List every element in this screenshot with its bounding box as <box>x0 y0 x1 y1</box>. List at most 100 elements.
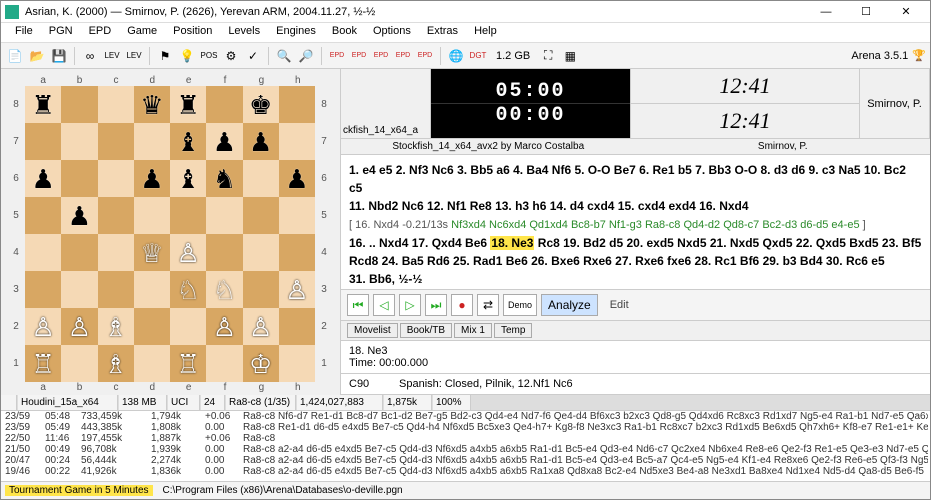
menu-levels[interactable]: Levels <box>220 23 268 42</box>
dgt-icon[interactable]: DGT <box>468 46 488 66</box>
analysis-row[interactable]: 22/5011:46197,455k1,887k+0.06Ra8-c8 <box>1 433 930 444</box>
analysis-row[interactable]: 20/4700:2456,444k2,274k0.00Ra8-c8 a2-a4 … <box>1 455 930 466</box>
menu-game[interactable]: Game <box>119 23 165 42</box>
epd4-icon[interactable]: EPD <box>393 46 413 66</box>
square-e3[interactable]: ♘ <box>170 271 206 308</box>
square-b3[interactable] <box>61 271 97 308</box>
nav-swap-icon[interactable]: ⇄ <box>477 294 499 316</box>
square-a6[interactable]: ♟ <box>25 160 61 197</box>
square-d3[interactable] <box>134 271 170 308</box>
square-f2[interactable]: ♙ <box>206 308 242 345</box>
square-c1[interactable]: ♗ <box>98 345 134 382</box>
square-g4[interactable] <box>243 234 279 271</box>
square-a1[interactable]: ♖ <box>25 345 61 382</box>
flag-icon[interactable]: ⚑ <box>155 46 175 66</box>
bulb-icon[interactable]: 💡 <box>177 46 197 66</box>
close-button[interactable]: ✕ <box>886 1 926 23</box>
infinity-icon[interactable]: ∞ <box>80 46 100 66</box>
square-f8[interactable] <box>206 86 242 123</box>
new-icon[interactable]: 📄 <box>5 46 25 66</box>
square-g3[interactable] <box>243 271 279 308</box>
nav-demo-button[interactable]: Demo <box>503 294 537 316</box>
square-e5[interactable] <box>170 197 206 234</box>
square-a2[interactable]: ♙ <box>25 308 61 345</box>
lev2-icon[interactable]: LEV <box>124 46 144 66</box>
square-g2[interactable]: ♙ <box>243 308 279 345</box>
analysis-table[interactable]: 23/5905:48733,459k1,794k+0.06Ra8-c8 Nf6-… <box>1 411 930 481</box>
square-c7[interactable] <box>98 123 134 160</box>
square-e4[interactable]: ♙ <box>170 234 206 271</box>
save-icon[interactable]: 💾 <box>49 46 69 66</box>
expand-icon[interactable]: ⛶ <box>538 46 558 66</box>
epd2-icon[interactable]: EPD <box>349 46 369 66</box>
square-g6[interactable] <box>243 160 279 197</box>
edit-link[interactable]: Edit <box>610 299 629 311</box>
menu-book[interactable]: Book <box>324 23 365 42</box>
square-f6[interactable]: ♞ <box>206 160 242 197</box>
nav-last-icon[interactable]: ⏭ <box>425 294 447 316</box>
square-a5[interactable] <box>25 197 61 234</box>
square-a4[interactable] <box>25 234 61 271</box>
move-list[interactable]: 1. e4 e5 2. Nf3 Nc6 3. Bb5 a6 4. Ba4 Nf6… <box>341 155 930 290</box>
square-h4[interactable] <box>279 234 315 271</box>
lev-icon[interactable]: LEV <box>102 46 122 66</box>
square-h2[interactable] <box>279 308 315 345</box>
square-a7[interactable] <box>25 123 61 160</box>
world-icon[interactable]: 🌐 <box>446 46 466 66</box>
square-h3[interactable]: ♙ <box>279 271 315 308</box>
tab-temp[interactable]: Temp <box>494 323 532 338</box>
square-a8[interactable]: ♜ <box>25 86 61 123</box>
square-f5[interactable] <box>206 197 242 234</box>
square-h8[interactable] <box>279 86 315 123</box>
square-b1[interactable] <box>61 345 97 382</box>
gear-icon[interactable]: ⚙ <box>221 46 241 66</box>
square-d4[interactable]: ♕ <box>134 234 170 271</box>
square-h7[interactable] <box>279 123 315 160</box>
square-g1[interactable]: ♔ <box>243 345 279 382</box>
open-icon[interactable]: 📂 <box>27 46 47 66</box>
square-f4[interactable] <box>206 234 242 271</box>
square-c2[interactable]: ♗ <box>98 308 134 345</box>
analyze-button[interactable]: Analyze <box>541 294 598 316</box>
square-f7[interactable]: ♟ <box>206 123 242 160</box>
square-h1[interactable] <box>279 345 315 382</box>
square-f3[interactable]: ♘ <box>206 271 242 308</box>
tab-movelist[interactable]: Movelist <box>347 323 398 338</box>
tab-book[interactable]: Book/TB <box>400 323 452 338</box>
nav-first-icon[interactable]: ⏮ <box>347 294 369 316</box>
square-c6[interactable] <box>98 160 134 197</box>
square-e6[interactable]: ♝ <box>170 160 206 197</box>
analysis-row[interactable]: 23/5905:49443,385k1,808k0.00Ra8-c8 Re1-d… <box>1 422 930 433</box>
square-d1[interactable] <box>134 345 170 382</box>
square-g7[interactable]: ♟ <box>243 123 279 160</box>
square-h5[interactable] <box>279 197 315 234</box>
square-c4[interactable] <box>98 234 134 271</box>
chess-board[interactable]: 8♜♛♜♚87♝♟♟76♟♟♝♞♟65♟54♕♙43♘♘♙32♙♙♗♙♙21♖♗… <box>7 86 333 382</box>
square-d8[interactable]: ♛ <box>134 86 170 123</box>
square-e2[interactable] <box>170 308 206 345</box>
square-c8[interactable] <box>98 86 134 123</box>
square-e7[interactable]: ♝ <box>170 123 206 160</box>
check-icon[interactable]: ✓ <box>243 46 263 66</box>
square-b8[interactable] <box>61 86 97 123</box>
menu-help[interactable]: Help <box>466 23 505 42</box>
menu-options[interactable]: Options <box>365 23 419 42</box>
epd1-icon[interactable]: EPD <box>327 46 347 66</box>
menu-engines[interactable]: Engines <box>268 23 324 42</box>
tab-mix1[interactable]: Mix 1 <box>454 323 492 338</box>
square-e8[interactable]: ♜ <box>170 86 206 123</box>
square-b5[interactable]: ♟ <box>61 197 97 234</box>
square-d2[interactable] <box>134 308 170 345</box>
square-d5[interactable] <box>134 197 170 234</box>
square-b2[interactable]: ♙ <box>61 308 97 345</box>
zoom-out-icon[interactable]: 🔎 <box>296 46 316 66</box>
analysis-row[interactable]: 23/5905:48733,459k1,794k+0.06Ra8-c8 Nf6-… <box>1 411 930 422</box>
epd5-icon[interactable]: EPD <box>415 46 435 66</box>
maximize-button[interactable]: ☐ <box>846 1 886 23</box>
nav-prev-icon[interactable]: ◁ <box>373 294 395 316</box>
square-d7[interactable] <box>134 123 170 160</box>
menu-extras[interactable]: Extras <box>419 23 466 42</box>
nav-next-icon[interactable]: ▷ <box>399 294 421 316</box>
nav-record-icon[interactable]: ● <box>451 294 473 316</box>
square-h6[interactable]: ♟ <box>279 160 315 197</box>
